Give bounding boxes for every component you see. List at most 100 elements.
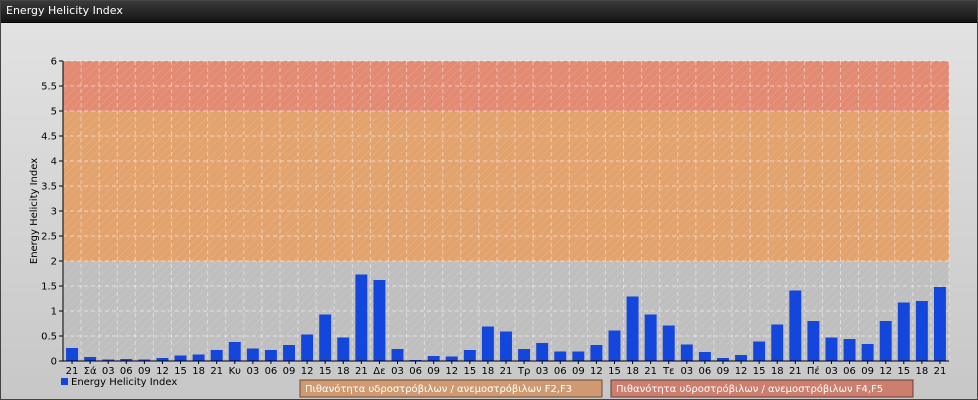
y-tick-label: 2 — [51, 257, 57, 268]
y-tick-label: 5 — [51, 107, 57, 118]
x-tick-label: 21 — [644, 366, 657, 377]
legend: Energy Helicity Index Πιθανότητα υδροστρ… — [61, 377, 914, 398]
bar — [771, 324, 784, 361]
bar — [915, 301, 928, 361]
bar — [807, 321, 820, 361]
x-tick-label: 12 — [735, 366, 748, 377]
x-tick-label: 06 — [699, 366, 712, 377]
x-tick-label: 06 — [120, 366, 133, 377]
chart-window: Energy Helicity Index 0 0.5 1 1.5 2 2.5 3 3.5 4 4… — [0, 0, 978, 400]
legend-f23-label: Πιθανότητα υδροστρόβιλων / ανεμοστρόβιλω… — [305, 383, 572, 395]
x-tick-label: 15 — [174, 366, 187, 377]
bar — [879, 321, 892, 361]
bar — [192, 354, 205, 361]
bar — [391, 349, 404, 361]
x-tick-label: 12 — [590, 366, 603, 377]
bar — [174, 355, 187, 361]
x-tick-label: 18 — [337, 366, 350, 377]
bar — [373, 280, 386, 361]
x-tick-label: 12 — [445, 366, 458, 377]
y-tick-label: 0 — [51, 357, 57, 368]
bar — [572, 351, 585, 361]
y-tick-label: 2.5 — [41, 232, 57, 243]
x-tick-label: 21 — [210, 366, 223, 377]
bar — [283, 345, 295, 361]
bar — [933, 287, 946, 361]
bar — [337, 337, 350, 361]
legend-series-swatch — [61, 378, 68, 385]
x-tick-label: 09 — [717, 366, 730, 377]
x-tick-label: 21 — [66, 366, 79, 377]
bar — [662, 325, 675, 361]
x-tick-label: 18 — [916, 366, 929, 377]
bar — [463, 350, 476, 361]
x-tick-label: 12 — [156, 366, 169, 377]
x-tick-label: 06 — [843, 366, 856, 377]
bar — [735, 355, 748, 361]
x-tick-label: Κυ — [229, 366, 242, 377]
x-tick-label: 15 — [463, 366, 476, 377]
y-tick-label: 5.5 — [41, 82, 57, 93]
x-tick-label: 18 — [482, 366, 495, 377]
x-tick-label: 03 — [102, 366, 115, 377]
y-tick-label: 0.5 — [41, 332, 57, 343]
bar — [843, 339, 856, 361]
bar — [228, 342, 241, 361]
x-tick-label: 03 — [246, 366, 259, 377]
y-tick-label: 1 — [51, 307, 57, 318]
y-tick-label: 3.5 — [41, 182, 57, 193]
bar — [644, 314, 657, 361]
bar — [84, 357, 97, 361]
bar — [698, 352, 711, 361]
y-tick-label: 4.5 — [41, 132, 57, 143]
x-tick-label: 03 — [680, 366, 693, 377]
helicity-chart: 0 0.5 1 1.5 2 2.5 3 3.5 4 4.5 5 5.5 6 21 Σά 03 06 09 12 15… — [29, 57, 950, 398]
x-tick-label: 15 — [897, 366, 910, 377]
bar — [753, 341, 766, 361]
legend-f45-label: Πιθανότητα υδροστρόβιλων / ανεμοστρόβιλω… — [616, 383, 883, 395]
bar — [554, 351, 567, 361]
bar — [500, 331, 512, 361]
bar — [590, 345, 603, 361]
bar — [680, 344, 693, 361]
x-tick-label: 03 — [391, 366, 404, 377]
x-tick-label: 09 — [861, 366, 874, 377]
bar — [897, 302, 910, 361]
x-tick-label: Τρ — [517, 366, 530, 377]
x-tick-label: 12 — [879, 366, 892, 377]
x-tick-label: 21 — [355, 366, 368, 377]
bar — [264, 350, 277, 361]
y-tick-label: 6 — [51, 57, 57, 68]
x-tick-label: 09 — [138, 366, 151, 377]
bar — [301, 334, 314, 361]
bar — [518, 349, 531, 361]
y-axis-label: Energy Helicity Index — [29, 158, 40, 264]
x-tick-label: 06 — [554, 366, 567, 377]
x-tick-label: 21 — [500, 366, 513, 377]
x-tick-label: 18 — [626, 366, 639, 377]
bar — [626, 296, 639, 361]
x-tick-label: 09 — [572, 366, 585, 377]
bar — [427, 356, 440, 361]
x-tick-label: 09 — [283, 366, 296, 377]
x-tick-label: 06 — [409, 366, 422, 377]
x-tick-label: 12 — [301, 366, 314, 377]
bar — [608, 330, 621, 361]
x-tick-label: 15 — [753, 366, 766, 377]
x-tick-label: Πέ — [807, 365, 820, 377]
bar — [445, 356, 458, 361]
legend-series-label: Energy Helicity Index — [71, 377, 177, 388]
bar — [536, 343, 549, 361]
bar — [861, 344, 874, 361]
y-tick-label: 4 — [51, 157, 57, 168]
bar — [66, 348, 78, 361]
x-tick-label: 21 — [789, 366, 802, 377]
x-tick-label: Τε — [662, 366, 675, 377]
x-tick-label: 03 — [825, 366, 838, 377]
bar — [319, 314, 332, 361]
x-tick-label: Δε — [373, 366, 385, 377]
bar — [789, 290, 802, 361]
bar — [210, 350, 223, 361]
x-tick-label: Σά — [84, 365, 97, 377]
x-tick-label: 18 — [771, 366, 784, 377]
